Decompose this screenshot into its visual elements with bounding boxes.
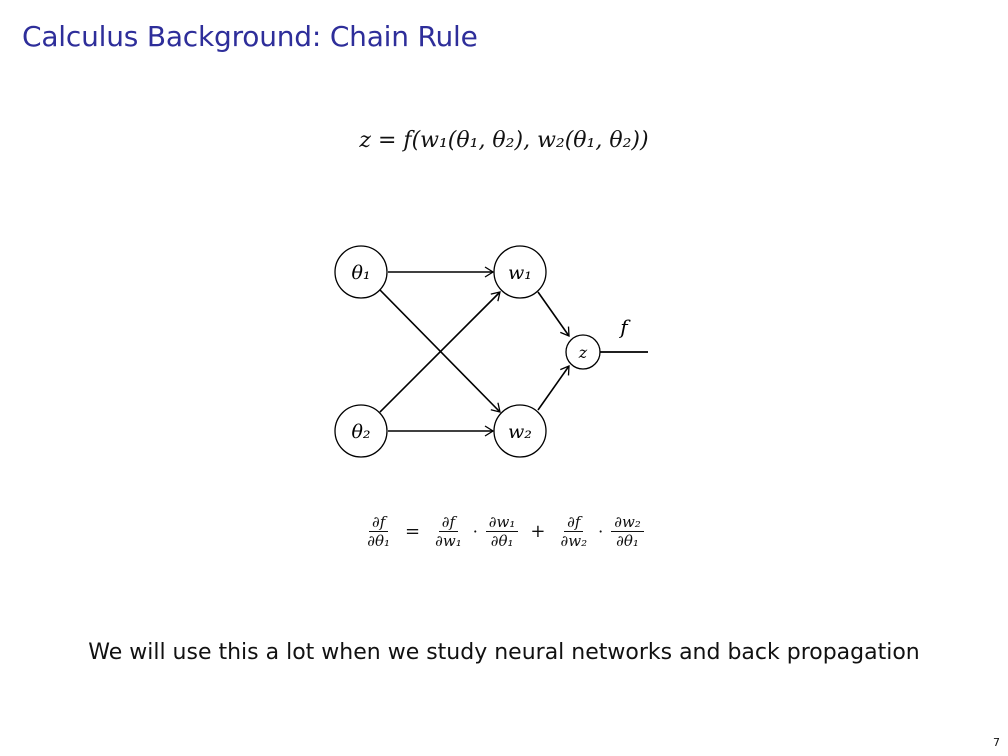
term2-numerator: ∂w₁ [485,514,519,532]
output-label-f: f [618,315,631,339]
equals-sign: = [405,521,421,542]
multiply-dot-1: · [472,522,478,541]
node-w1-label: w₁ [508,262,532,284]
term4-fraction: ∂w₂ ∂θ₁ [611,514,644,549]
plus-sign: + [530,521,546,542]
chain-rule-equation: ∂f ∂θ₁ = ∂f ∂w₁ · ∂w₁ ∂θ₁ + ∂f ∂w₂ · ∂w₂… [0,514,1008,549]
term3-denominator: ∂w₂ [560,532,588,550]
lhs-fraction: ∂f ∂θ₁ [364,514,393,549]
term4-numerator: ∂w₂ [611,514,644,532]
node-w2-label: w₂ [508,421,532,443]
term2-fraction: ∂w₁ ∂θ₁ [485,514,519,550]
node-w1: w₁ [493,245,547,299]
edge-w1-z [537,291,570,338]
term4-denominator: ∂θ₁ [616,532,639,550]
node-theta1: θ₁ [334,245,388,299]
node-theta2: θ₂ [334,404,388,458]
node-z-label: z [578,343,588,362]
multiply-dot-2: · [598,522,604,541]
term1-numerator: ∂f [438,514,459,532]
edge-w2-z [537,364,570,411]
term1-fraction: ∂f ∂w₁ [432,514,465,549]
term3-fraction: ∂f ∂w₂ [558,514,591,549]
term3-numerator: ∂f [564,514,584,532]
node-theta2-label: θ₂ [351,421,370,443]
term1-denominator: ∂w₁ [435,532,462,550]
lhs-numerator: ∂f [368,514,389,532]
term2-denominator: ∂θ₁ [490,532,514,550]
page-number: 7 [993,736,1000,749]
node-z: z [565,334,601,370]
lhs-denominator: ∂θ₁ [367,532,390,550]
node-theta1-label: θ₁ [351,262,370,284]
slide-caption: We will use this a lot when we study neu… [88,640,920,665]
node-w2: w₂ [493,404,547,458]
